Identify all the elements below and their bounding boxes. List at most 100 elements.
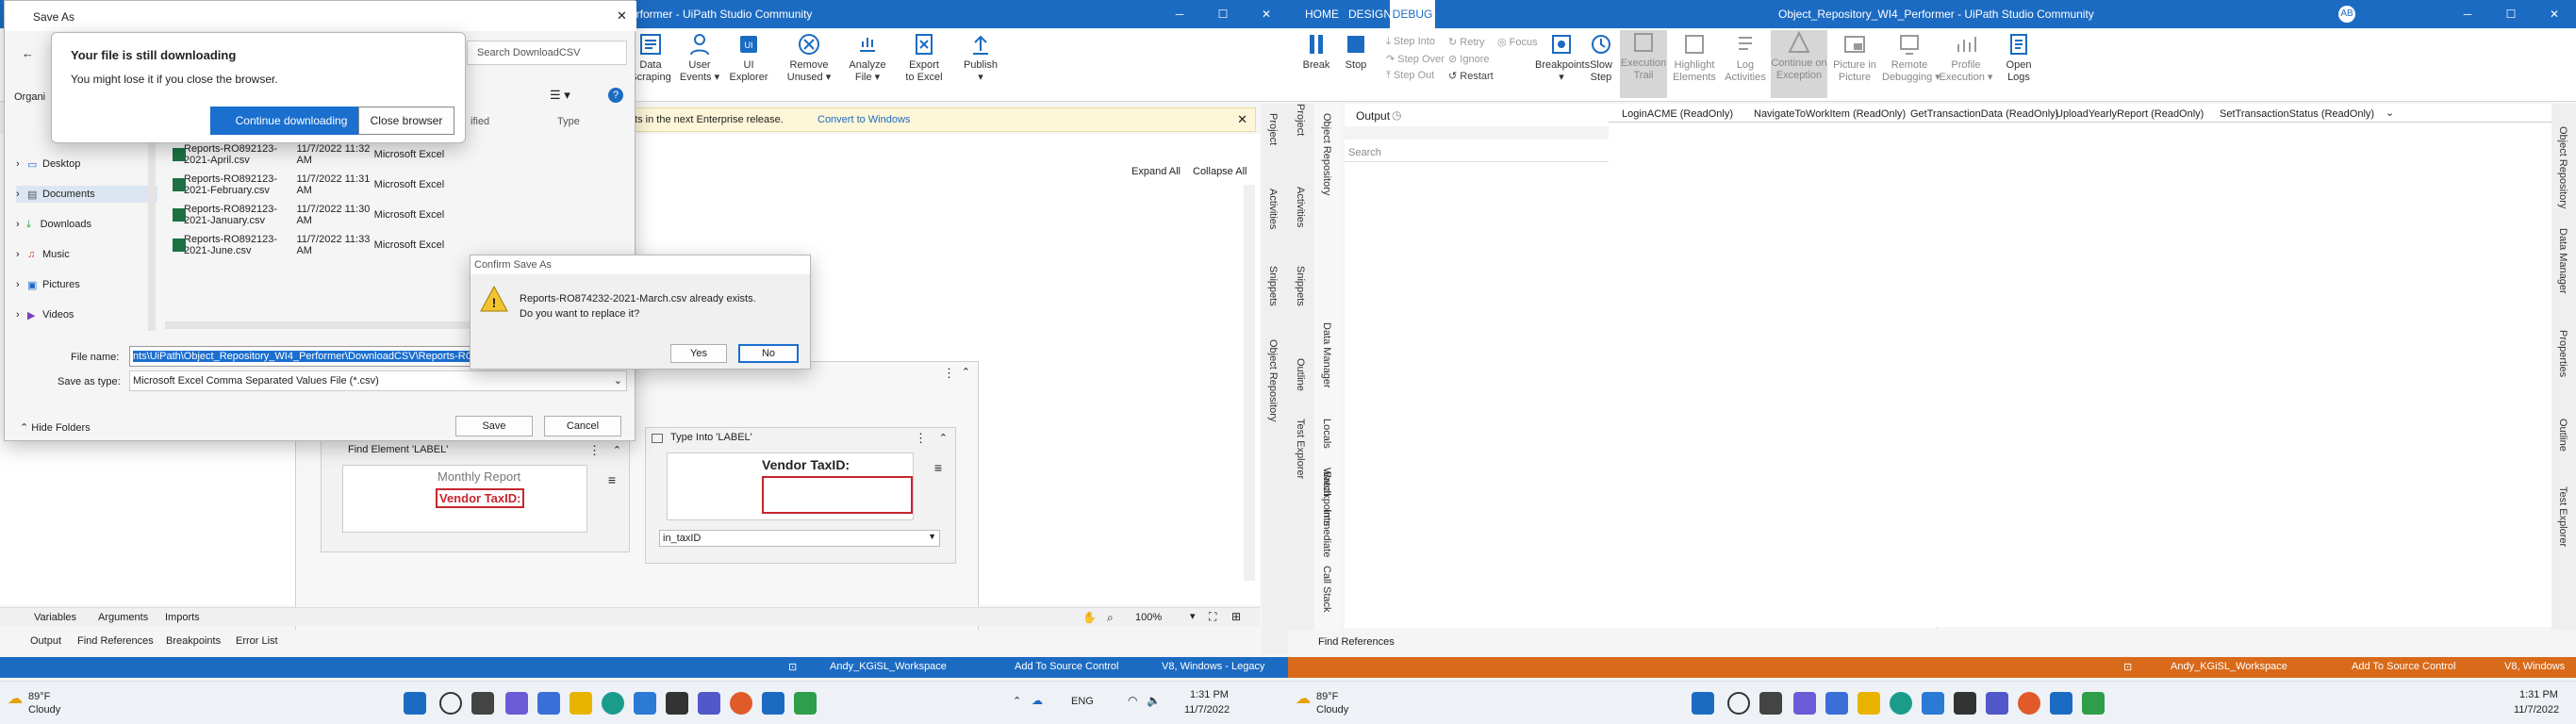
expand-all-link[interactable]: Expand All	[1131, 166, 1181, 177]
task-view-icon[interactable]	[1759, 692, 1782, 715]
project-tab[interactable]: Project	[1295, 104, 1306, 136]
chevron-down-icon[interactable]: ⌄	[2386, 107, 2394, 119]
zoom-icon[interactable]	[1825, 692, 1848, 715]
outline-tab[interactable]: Outline	[2557, 419, 2568, 452]
teams-icon[interactable]	[1986, 692, 2008, 715]
arguments-tab[interactable]: Arguments	[98, 612, 148, 623]
focus-button[interactable]: ◎ Focus	[1497, 36, 1538, 48]
dropdown-icon[interactable]: ▾	[1190, 610, 1196, 622]
maximize-icon[interactable]: ☐	[2489, 0, 2533, 28]
breakpoints-vtab[interactable]: Breakpoints	[1321, 471, 1332, 526]
source-control-button[interactable]: Add To Source Control	[2352, 661, 2455, 672]
retry-button[interactable]: ↻ Retry	[1448, 36, 1485, 48]
type-into-activity[interactable]: Type Into 'LABEL' ⋮ ⌃ Vendor TaxID: ≡ in…	[645, 427, 956, 564]
snippets-tab[interactable]: Snippets	[1295, 266, 1306, 306]
designer-scrollbar[interactable]	[1244, 185, 1255, 581]
tab-settransactionstatus[interactable]: SetTransactionStatus (ReadOnly)	[2220, 108, 2374, 120]
output-tab[interactable]: Output	[30, 635, 61, 647]
uipath-assistant-icon[interactable]	[794, 692, 817, 715]
object-repository-tab[interactable]: Object Repository	[1321, 113, 1332, 195]
tab-loginacme[interactable]: LoginACME (ReadOnly)	[1622, 108, 1733, 120]
organize-button[interactable]: Organi	[14, 91, 45, 103]
activities-tab[interactable]: Activities	[1267, 189, 1279, 229]
find-element-activity[interactable]: Find Element 'LABEL' ⋮ ⌃ Monthly Report …	[321, 439, 630, 552]
tab-debug[interactable]: DEBUG	[1390, 0, 1435, 28]
continue-downloading-button[interactable]: Continue downloading	[210, 107, 372, 135]
search-icon[interactable]: ⌕	[1107, 611, 1114, 625]
avatar[interactable]: AB	[2338, 6, 2355, 23]
file-row[interactable]: Reports-RO892123-2021-April.csv 11/7/2022…	[165, 143, 448, 166]
file-explorer-icon[interactable]	[1858, 692, 1880, 715]
terminal-icon[interactable]	[1954, 692, 1976, 715]
continue-on-exception-button[interactable]: Continue on Exception	[1771, 30, 1827, 98]
workflow-area[interactable]	[1609, 123, 2551, 627]
remote-debugging-button[interactable]: Remote Debugging ▾	[1882, 32, 1940, 84]
tree-downloads[interactable]: › ⤓ Downloads	[16, 216, 91, 233]
tree-documents[interactable]: › ▤ Documents	[16, 186, 157, 203]
execution-trail-button[interactable]: Execution Trail	[1620, 30, 1667, 98]
teams-chat-icon[interactable]	[1793, 692, 1816, 715]
ui-explorer-button[interactable]: UI UI Explorer	[720, 32, 777, 84]
convert-to-windows-link[interactable]: Convert to Windows	[817, 114, 910, 125]
search-input[interactable]: Search DownloadCSV	[467, 41, 627, 65]
activities-tab[interactable]: Activities	[1295, 187, 1306, 227]
search-icon[interactable]	[1727, 692, 1750, 715]
profile-execution-button[interactable]: Profile Execution ▾	[1939, 32, 1993, 84]
tree-pictures[interactable]: › ▣ Pictures	[16, 276, 91, 293]
object-repository-tab[interactable]: Object Repository	[2557, 126, 2568, 208]
tree-music[interactable]: › ♫ Music	[16, 246, 91, 263]
imports-tab[interactable]: Imports	[165, 612, 200, 623]
onedrive-icon[interactable]: ☁	[1032, 694, 1043, 707]
no-button[interactable]: No	[738, 344, 799, 363]
picture-in-picture-button[interactable]: Picture in Picture	[1829, 32, 1880, 84]
maximize-icon[interactable]: ☐	[1201, 0, 1245, 28]
source-control-button[interactable]: Add To Source Control	[1015, 661, 1118, 672]
help-icon[interactable]: ?	[608, 88, 623, 103]
more-options-icon[interactable]: ⋮	[588, 443, 601, 458]
close-icon[interactable]: ✕	[1237, 112, 1247, 127]
find-references-tab[interactable]: Find References	[1318, 636, 1395, 648]
remove-unused-button[interactable]: Remove Unused ▾	[781, 32, 837, 84]
volume-icon[interactable]: 🔈	[1147, 694, 1161, 707]
start-icon[interactable]	[1692, 692, 1714, 715]
mail-icon[interactable]	[1922, 692, 1944, 715]
file-explorer-icon[interactable]	[570, 692, 592, 715]
chrome-icon[interactable]	[2018, 692, 2040, 715]
workspace-selector[interactable]: Andy_KGiSL_Workspace	[830, 661, 947, 672]
find-references-tab[interactable]: Find References	[77, 635, 154, 647]
error-list-tab[interactable]: Error List	[236, 635, 278, 647]
user-events-button[interactable]: User Events ▾	[671, 32, 728, 84]
minimize-icon[interactable]: ─	[2446, 0, 2489, 28]
start-icon[interactable]	[404, 692, 426, 715]
tab-navigatetoworkitem[interactable]: NavigateToWorkItem (ReadOnly)	[1754, 108, 1906, 120]
outline-tab[interactable]: Outline	[1295, 358, 1306, 391]
call-stack-tab[interactable]: Call Stack	[1321, 566, 1332, 613]
teams-icon[interactable]	[698, 692, 720, 715]
test-explorer-tab[interactable]: Test Explorer	[1295, 419, 1306, 479]
close-icon[interactable]: ✕	[617, 8, 627, 24]
uipath-studio-icon[interactable]	[2050, 692, 2072, 715]
close-browser-button[interactable]: Close browser	[358, 107, 454, 135]
ignore-button[interactable]: ⊘ Ignore	[1448, 53, 1489, 65]
zoom-level[interactable]: 100%	[1135, 612, 1162, 623]
menu-icon[interactable]: ≡	[934, 460, 942, 475]
fit-screen-icon[interactable]: ⛶	[1209, 610, 1216, 624]
step-over-button[interactable]: ↷ Step Over	[1386, 53, 1445, 65]
tab-gettransactiondata[interactable]: GetTransactionData (ReadOnly)	[1910, 108, 2058, 120]
uipath-assistant-icon[interactable]	[2082, 692, 2105, 715]
restart-button[interactable]: ↺ Restart	[1448, 70, 1494, 82]
view-options-icon[interactable]: ☰ ▾	[550, 88, 570, 103]
search-icon[interactable]	[439, 692, 462, 715]
tree-desktop[interactable]: › ▭ Desktop	[16, 156, 91, 173]
snippets-tab[interactable]: Snippets	[1267, 266, 1279, 306]
file-row[interactable]: Reports-RO892123-2021-February.csv 11/7/2…	[165, 173, 448, 196]
yes-button[interactable]: Yes	[670, 344, 727, 363]
data-manager-tab[interactable]: Data Manager	[2557, 228, 2568, 294]
chrome-icon[interactable]	[730, 692, 752, 715]
menu-icon[interactable]: ≡	[608, 472, 616, 487]
tab-home[interactable]: HOME	[1305, 8, 1339, 21]
overview-icon[interactable]: ⊞	[1231, 610, 1241, 623]
edge-icon[interactable]	[1890, 692, 1912, 715]
collapse-all-link[interactable]: Collapse All	[1193, 166, 1247, 177]
workspace-selector[interactable]: Andy_KGiSL_Workspace	[2171, 661, 2287, 672]
